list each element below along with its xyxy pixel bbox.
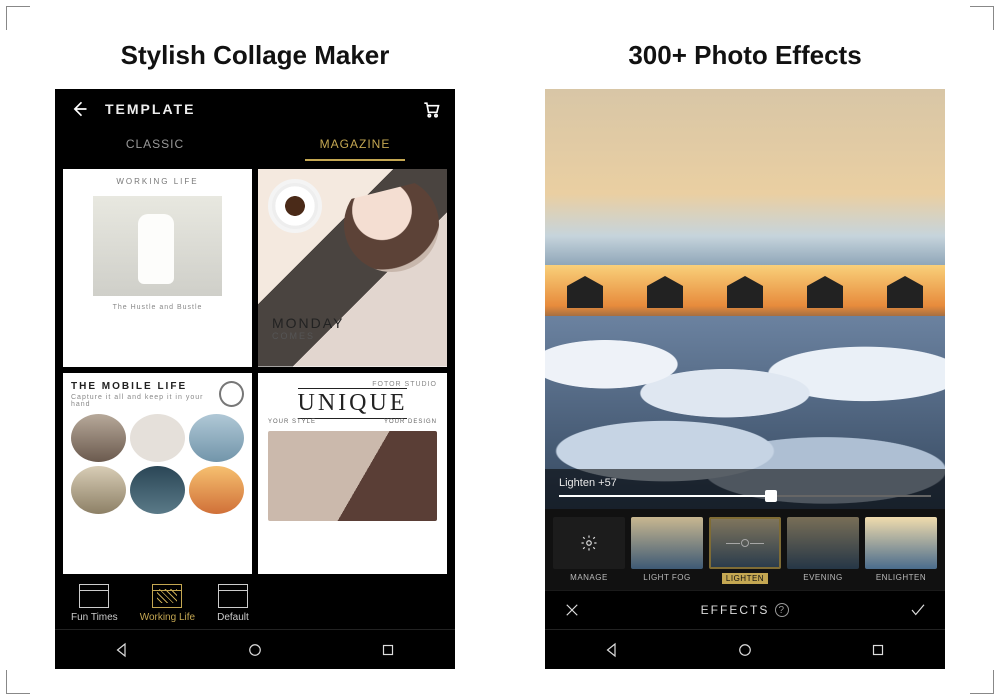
template-thumb (71, 414, 244, 514)
nav-home-icon[interactable] (246, 641, 264, 659)
effect-thumb (709, 517, 781, 569)
template-monday[interactable]: MONDAY COMES (258, 169, 447, 367)
template-grid[interactable]: WORKING LIFE The Hustle and Bustle MONDA… (55, 161, 455, 574)
nav-recent-icon[interactable] (379, 641, 397, 659)
template-thumb (268, 431, 437, 521)
slider-thumb[interactable] (765, 490, 777, 502)
effect-lighten[interactable]: LIGHTEN (709, 517, 781, 584)
frame-corner (970, 670, 994, 694)
theme-icon (79, 584, 109, 608)
frame-corner (6, 6, 30, 30)
theme-working-life[interactable]: Working Life (140, 584, 195, 623)
effect-evening[interactable]: EVENING (787, 517, 859, 584)
panel-effects: 300+ Photo Effects Lighten +57 (520, 20, 970, 680)
theme-label: Default (217, 612, 249, 623)
theme-fun-times[interactable]: Fun Times (71, 584, 118, 623)
nav-home-icon[interactable] (736, 641, 754, 659)
gear-icon (580, 534, 598, 552)
theme-default[interactable]: Default (217, 584, 249, 623)
back-icon[interactable] (69, 99, 89, 119)
effect-thumbnails: MANAGE LIGHT FOG LIGHTEN EVENING ENLIGHT… (545, 509, 945, 590)
apply-icon[interactable] (909, 601, 927, 619)
close-icon[interactable] (563, 601, 581, 619)
nav-recent-icon[interactable] (869, 641, 887, 659)
theme-bar: Fun Times Working Life Default (55, 574, 455, 629)
template-sub-right: YOUR DESIGN (384, 419, 437, 425)
android-nav (55, 629, 455, 669)
collage-header: TEMPLATE (55, 89, 455, 129)
footer-label: EFFECTS (701, 603, 770, 617)
frame-corner (6, 670, 30, 694)
preview-image[interactable]: Lighten +57 (545, 89, 945, 509)
slider-track[interactable] (559, 495, 931, 497)
effect-thumb (865, 517, 937, 569)
template-sub-left: YOUR STYLE (268, 419, 316, 425)
effect-label: LIGHTEN (722, 573, 768, 584)
panel-title-left: Stylish Collage Maker (121, 40, 390, 71)
android-nav (545, 629, 945, 669)
effect-thumb (787, 517, 859, 569)
cart-icon[interactable] (421, 99, 441, 119)
effect-manage[interactable]: MANAGE (553, 517, 625, 584)
effect-label: MANAGE (570, 573, 608, 582)
template-brand: FOTOR STUDIO (372, 381, 437, 388)
effect-label: EVENING (803, 573, 843, 582)
template-subtitle: Capture it all and keep it in your hand (71, 394, 219, 408)
effect-light-fog[interactable]: LIGHT FOG (631, 517, 703, 584)
nav-back-icon[interactable] (113, 641, 131, 659)
template-working-life[interactable]: WORKING LIFE The Hustle and Bustle (63, 169, 252, 367)
theme-icon (218, 584, 248, 608)
nav-back-icon[interactable] (603, 641, 621, 659)
preview-skyline (545, 278, 945, 308)
slider-label: Lighten +57 (559, 477, 931, 489)
effect-label: ENLIGHTEN (876, 573, 926, 582)
template-mobile-life[interactable]: THE MOBILE LIFE Capture it all and keep … (63, 373, 252, 575)
template-unique[interactable]: FOTOR STUDIO UNIQUE YOUR STYLE YOUR DESIG… (258, 373, 447, 575)
help-icon[interactable]: ? (775, 603, 789, 617)
phone-effects: Lighten +57 MANAGE LIGHT FOG (545, 89, 945, 669)
effect-label: LIGHT FOG (643, 573, 690, 582)
effects-footer: EFFECTS ? (545, 590, 945, 629)
frame-corner (970, 6, 994, 30)
tab-magazine[interactable]: MAGAZINE (255, 129, 455, 161)
coffee-icon (268, 179, 322, 233)
template-title: THE MOBILE LIFE (71, 381, 219, 392)
theme-icon (152, 584, 182, 608)
panel-title-right: 300+ Photo Effects (628, 40, 861, 71)
template-thumb (93, 196, 223, 296)
effect-slider[interactable]: Lighten +57 (545, 469, 945, 509)
template-title: UNIQUE (298, 388, 408, 419)
template-title: MONDAY (272, 315, 344, 331)
template-caption: The Hustle and Bustle (113, 304, 203, 311)
ring-icon (219, 381, 244, 407)
screen-title: TEMPLATE (105, 101, 405, 117)
tab-classic[interactable]: CLASSIC (55, 129, 255, 161)
effect-enlighten[interactable]: ENLIGHTEN (865, 517, 937, 584)
phone-collage: TEMPLATE CLASSIC MAGAZINE WORKING LIFE T… (55, 89, 455, 669)
panel-collage: Stylish Collage Maker TEMPLATE CLASSIC M… (30, 20, 480, 680)
template-subtitle: COMES (272, 331, 344, 341)
theme-label: Fun Times (71, 612, 118, 623)
theme-label: Working Life (140, 612, 195, 623)
template-tag: WORKING LIFE (116, 177, 198, 186)
template-tabs: CLASSIC MAGAZINE (55, 129, 455, 161)
effect-thumb (631, 517, 703, 569)
slider-fill (559, 495, 771, 497)
